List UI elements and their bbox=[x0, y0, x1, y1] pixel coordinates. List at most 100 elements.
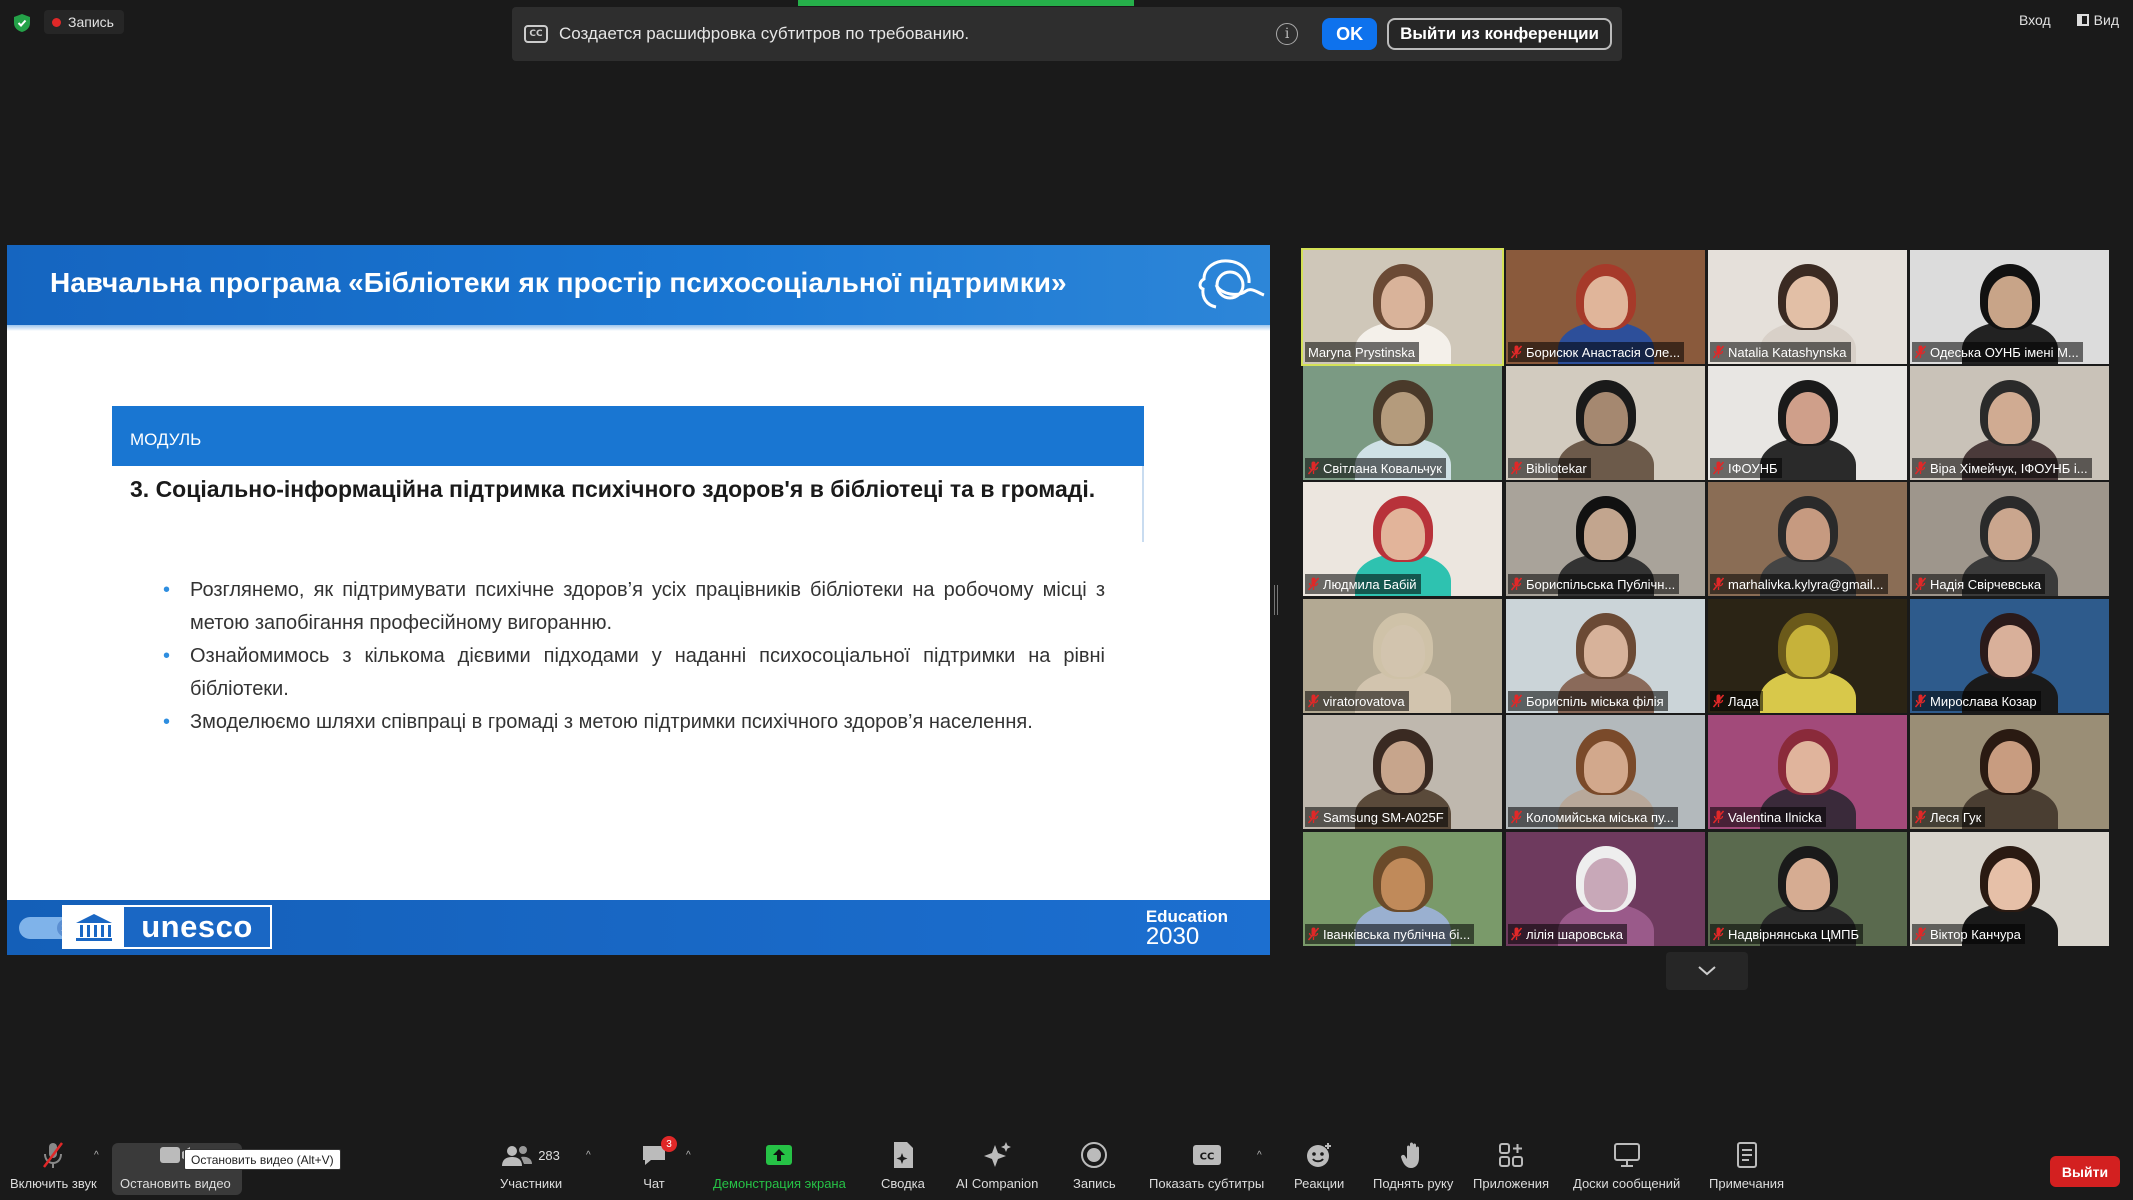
participant-tile[interactable]: Надвірнянська ЦМПБ bbox=[1708, 832, 1907, 946]
muted-mic-icon bbox=[1915, 461, 1926, 475]
view-menu-button[interactable]: Вид bbox=[2076, 12, 2119, 28]
participant-tile[interactable]: Борисюк Анастасія Оле... bbox=[1506, 250, 1705, 364]
caption-banner-text: Создается расшифровка субтитров по требо… bbox=[559, 24, 970, 43]
education-year: 2030 bbox=[1145, 923, 1200, 950]
ai-companion-button[interactable]: AI Companion bbox=[956, 1140, 1038, 1191]
captions-options-caret-icon[interactable]: ^ bbox=[1257, 1150, 1262, 1161]
raise-hand-button[interactable]: Поднять руку bbox=[1373, 1140, 1453, 1191]
svg-text:CC: CC bbox=[1199, 1152, 1214, 1163]
participant-name-label: Леся Гук bbox=[1912, 807, 1986, 827]
record-button[interactable]: Запись bbox=[1073, 1140, 1116, 1191]
participant-name-label: ІФОУНБ bbox=[1710, 458, 1782, 478]
participant-name-label: Бориспільська Публічн... bbox=[1508, 574, 1680, 594]
participant-tile[interactable]: marhalivka.kylyra@gmail... bbox=[1708, 482, 1907, 596]
participant-name-label: Віра Хімейчук, ІФОУНБ і... bbox=[1912, 458, 2092, 478]
participant-tile[interactable]: ІФОУНБ bbox=[1708, 366, 1907, 480]
participants-options-caret-icon[interactable]: ^ bbox=[586, 1150, 591, 1161]
apps-button[interactable]: Приложения bbox=[1473, 1140, 1549, 1191]
participant-tile[interactable]: лілія шаровська bbox=[1506, 832, 1705, 946]
ok-button[interactable]: OK bbox=[1322, 18, 1378, 50]
participant-name: Bibliotekar bbox=[1526, 460, 1587, 476]
participant-tile[interactable]: Samsung SM-A025F bbox=[1303, 715, 1502, 829]
reactions-button[interactable]: Реакции bbox=[1294, 1140, 1344, 1191]
bullet-item: Ознайомимось з кількома дієвими підходам… bbox=[155, 640, 1105, 706]
view-layout-icon bbox=[2076, 14, 2089, 26]
chat-options-caret-icon[interactable]: ^ bbox=[686, 1150, 691, 1161]
participant-tile[interactable]: Лада bbox=[1708, 599, 1907, 713]
active-speaker-bar bbox=[798, 0, 1134, 6]
participant-name: Віктор Канчура bbox=[1930, 926, 2021, 942]
muted-mic-icon bbox=[1713, 461, 1724, 475]
participant-tile[interactable]: Людмила Бабій bbox=[1303, 482, 1502, 596]
participant-name: Valentina Ilnicka bbox=[1728, 809, 1822, 825]
notes-button[interactable]: Примечания bbox=[1709, 1140, 1784, 1191]
muted-microphone-icon bbox=[40, 1140, 66, 1170]
participant-tile[interactable]: viratorovatova bbox=[1303, 599, 1502, 713]
participant-face bbox=[1786, 858, 1830, 910]
chevron-down-icon bbox=[1698, 966, 1716, 976]
participant-face bbox=[1381, 392, 1425, 444]
module-label-bar: МОДУЛЬ bbox=[112, 406, 1144, 466]
participant-face bbox=[1988, 276, 2032, 328]
participant-tile[interactable]: Natalia Katashynska bbox=[1708, 250, 1907, 364]
chat-button[interactable]: 3 Чат bbox=[641, 1136, 677, 1191]
participant-tile[interactable]: Світлана Ковальчук bbox=[1303, 366, 1502, 480]
show-captions-button[interactable]: CC Показать субтитры bbox=[1149, 1140, 1264, 1191]
muted-mic-icon bbox=[1915, 810, 1926, 824]
participant-name: Samsung SM-A025F bbox=[1323, 809, 1444, 825]
security-shield-icon[interactable] bbox=[14, 14, 30, 32]
slide-footer: 14 unesco Education 2030 bbox=[7, 900, 1270, 955]
muted-mic-icon bbox=[1915, 345, 1926, 359]
reaction-emoji-icon bbox=[1305, 1140, 1333, 1170]
muted-mic-icon bbox=[1511, 345, 1522, 359]
gallery-next-page-button[interactable] bbox=[1666, 952, 1748, 990]
muted-mic-icon bbox=[1511, 577, 1522, 591]
participant-face bbox=[1988, 741, 2032, 793]
participant-tile[interactable]: Бориспіль міська філія bbox=[1506, 599, 1705, 713]
apps-label: Приложения bbox=[1473, 1176, 1550, 1191]
audio-options-caret-icon[interactable]: ^ bbox=[94, 1150, 99, 1161]
leave-conference-button[interactable]: Выйти из конференции bbox=[1387, 18, 1612, 50]
stop-video-tooltip: Остановить видео (Alt+V) bbox=[184, 1149, 341, 1170]
whiteboards-label: Доски сообщений bbox=[1573, 1176, 1681, 1191]
split-view-divider-handle[interactable] bbox=[1274, 585, 1278, 615]
participants-button[interactable]: 283 Участники bbox=[500, 1140, 562, 1191]
participant-name-label: Людмила Бабій bbox=[1305, 574, 1421, 594]
participant-name: Коломийська міська пу... bbox=[1526, 809, 1675, 825]
participant-name: Віра Хімейчук, ІФОУНБ і... bbox=[1930, 460, 2088, 476]
raise-hand-label: Поднять руку bbox=[1373, 1176, 1454, 1191]
unmute-button[interactable]: Включить звук bbox=[10, 1140, 97, 1191]
participant-tile[interactable]: Bibliotekar bbox=[1506, 366, 1705, 480]
participant-tile[interactable]: Віктор Канчура bbox=[1910, 832, 2109, 946]
record-label: Запись bbox=[1073, 1176, 1116, 1191]
participant-name: Бориспільська Публічн... bbox=[1526, 576, 1676, 592]
recording-indicator[interactable]: Запись bbox=[44, 10, 124, 34]
participant-tile[interactable]: Віра Хімейчук, ІФОУНБ і... bbox=[1910, 366, 2109, 480]
whiteboards-button[interactable]: Доски сообщений bbox=[1573, 1140, 1680, 1191]
participant-name-label: Bibliotekar bbox=[1508, 458, 1591, 478]
info-icon[interactable]: i bbox=[1276, 23, 1299, 45]
muted-mic-icon bbox=[1308, 694, 1319, 708]
participant-tile[interactable]: Іванківська публічна бі... bbox=[1303, 832, 1502, 946]
participant-tile[interactable]: Одеська ОУНБ імені М... bbox=[1910, 250, 2109, 364]
participant-face bbox=[1381, 858, 1425, 910]
shared-screen-slide: Навчальна програма «Бібліотеки як прості… bbox=[7, 245, 1270, 955]
unesco-text: unesco bbox=[141, 909, 253, 944]
participant-tile[interactable]: Надія Свірчевська bbox=[1910, 482, 2109, 596]
muted-mic-icon bbox=[1308, 461, 1319, 475]
summary-button[interactable]: Сводка bbox=[881, 1140, 925, 1191]
participant-tile[interactable]: Бориспільська Публічн... bbox=[1506, 482, 1705, 596]
participant-tile[interactable]: Maryna Prystinska bbox=[1301, 248, 1504, 366]
participant-face bbox=[1381, 276, 1425, 328]
participant-tile[interactable]: Коломийська міська пу... bbox=[1506, 715, 1705, 829]
participant-tile[interactable]: Valentina Ilnicka bbox=[1708, 715, 1907, 829]
participant-name: Надвірнянська ЦМПБ bbox=[1728, 926, 1860, 942]
share-screen-button[interactable]: Демонстрация экрана bbox=[713, 1140, 846, 1191]
participant-name-label: Samsung SM-A025F bbox=[1305, 807, 1448, 827]
participant-tile[interactable]: Леся Гук bbox=[1910, 715, 2109, 829]
leave-meeting-button[interactable]: Выйти bbox=[2050, 1156, 2120, 1187]
signin-link[interactable]: Вход bbox=[2019, 12, 2051, 28]
participant-name: marhalivka.kylyra@gmail... bbox=[1728, 576, 1884, 592]
stop-video-label: Остановить видео bbox=[120, 1176, 231, 1191]
participant-tile[interactable]: Мирослава Козар bbox=[1910, 599, 2109, 713]
